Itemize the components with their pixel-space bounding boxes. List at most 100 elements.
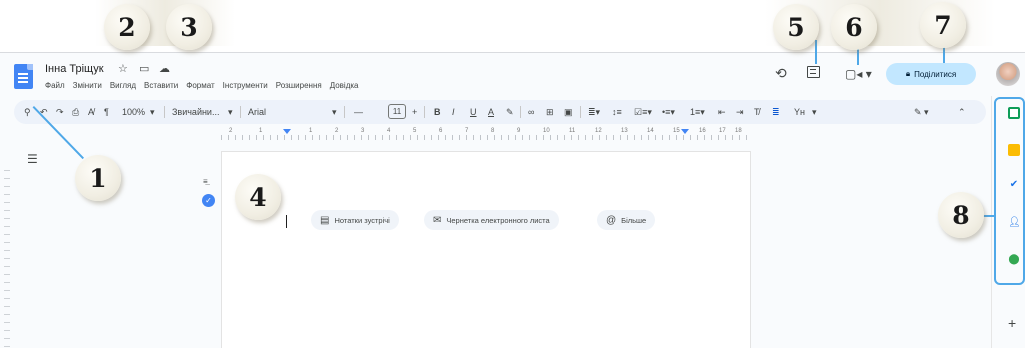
text-cursor <box>286 215 287 228</box>
menu-format[interactable]: Формат <box>186 81 214 90</box>
ruler-label: 5 <box>413 128 417 134</box>
avatar[interactable] <box>996 62 1020 86</box>
more-chip[interactable]: @ Більше <box>597 210 656 230</box>
maps-icon[interactable]: ⬤ <box>1008 254 1020 266</box>
share-label: Поділитися <box>914 69 957 79</box>
divider <box>424 106 425 118</box>
left-indent-marker[interactable] <box>283 129 291 134</box>
ruler-label: 6 <box>439 128 443 134</box>
search-menus-icon[interactable]: ⚲ <box>24 105 31 119</box>
decrease-font-size-button[interactable]: — <box>354 105 363 119</box>
highlight-icon[interactable]: ✎ <box>506 105 514 119</box>
input-tools-button[interactable]: Yн <box>794 105 805 119</box>
ruler-label: 7 <box>465 128 469 134</box>
callout-7: 7 <box>920 2 966 48</box>
divider <box>344 106 345 118</box>
decrease-indent-icon[interactable]: ⇤ <box>718 105 726 119</box>
video-call-icon[interactable]: ▢◂ ▾ <box>845 67 872 81</box>
bulleted-list-icon[interactable]: •≡▾ <box>662 105 675 119</box>
menu-bar: Файл Змінити Вигляд Вставити Формат Інст… <box>45 81 359 90</box>
menu-edit[interactable]: Змінити <box>73 81 102 90</box>
ruler-label: 13 <box>621 128 628 134</box>
numbered-list-icon[interactable]: 1≡▾ <box>690 105 705 119</box>
share-button[interactable]: 🔒︎ Поділитися <box>886 63 976 85</box>
collapse-menus-icon[interactable]: ⌃ <box>958 105 966 119</box>
ruler-label: 2 <box>335 128 339 134</box>
italic-button[interactable]: I <box>452 105 455 119</box>
right-indent-marker[interactable] <box>681 129 689 134</box>
spellcheck-icon[interactable]: A̸ <box>88 105 94 119</box>
meeting-notes-chip[interactable]: ▤ Нотатки зустрічі <box>311 210 399 230</box>
line-spacing-icon[interactable]: ↕≡ <box>612 105 622 119</box>
divider <box>520 106 521 118</box>
menu-tools[interactable]: Інструменти <box>223 81 268 90</box>
ruler-label: 11 <box>569 128 576 134</box>
chip-label: Нотатки зустрічі <box>334 215 390 225</box>
chip-label: Більше <box>621 215 647 225</box>
keep-icon[interactable] <box>1008 144 1020 156</box>
redo-icon[interactable]: ↷ <box>56 105 64 119</box>
chevron-down-icon[interactable]: ▾ <box>150 105 155 119</box>
ruler-label: 17 <box>719 128 726 134</box>
menu-view[interactable]: Вигляд <box>110 81 136 90</box>
font-select[interactable]: Arial <box>248 105 266 119</box>
add-comment-icon[interactable]: ⊞ <box>546 105 554 119</box>
print-icon[interactable]: ⎙ <box>72 105 79 119</box>
style-select[interactable]: Звичайни... <box>172 105 219 119</box>
font-size-input[interactable]: 11 <box>388 104 406 119</box>
chip-label: Чернетка електронного листа <box>446 215 550 225</box>
ruler-label: 3 <box>361 128 365 134</box>
add-addon-button[interactable]: + <box>1008 315 1016 331</box>
folder-icon[interactable]: ▭ <box>139 62 149 75</box>
chevron-down-icon[interactable]: ▾ <box>332 105 337 119</box>
ruler-label: 4 <box>387 128 391 134</box>
insert-image-icon[interactable]: ▣ <box>564 105 573 119</box>
menu-insert[interactable]: Вставити <box>144 81 178 90</box>
checkmark-icon[interactable]: ✓ <box>202 194 215 207</box>
text-color-button[interactable]: A <box>488 105 494 119</box>
ruler-label: 2 <box>229 128 233 134</box>
ruler-label: 9 <box>517 128 521 134</box>
summary-icon[interactable]: ≡̲ <box>203 177 208 186</box>
document-outline-icon[interactable]: ☰ <box>27 152 38 166</box>
docs-logo-icon[interactable] <box>14 64 33 89</box>
menu-help[interactable]: Довідка <box>330 81 359 90</box>
horizontal-ruler[interactable]: 2 1 1 2 3 4 5 6 7 8 9 10 11 12 13 14 15 … <box>221 128 751 141</box>
bold-button[interactable]: B <box>434 105 441 119</box>
mail-icon: ✉ <box>433 214 442 226</box>
paint-format-icon[interactable]: ¶ <box>104 105 109 119</box>
link-icon[interactable]: ∞ <box>528 105 534 119</box>
align-icon[interactable]: ≣▾ <box>588 105 600 119</box>
show-outline-icon[interactable]: ≣ <box>772 105 780 119</box>
contacts-icon[interactable]: 👤︎ <box>1008 217 1021 229</box>
document-page[interactable] <box>221 151 751 348</box>
chevron-down-icon[interactable]: ▾ <box>228 105 233 119</box>
ruler-label: 10 <box>543 128 550 134</box>
ruler-label: 8 <box>491 128 495 134</box>
ruler-label: 1 <box>259 128 263 134</box>
star-icon[interactable]: ☆ <box>118 62 128 75</box>
document-title[interactable]: Інна Тріщук <box>45 63 104 75</box>
underline-button[interactable]: U <box>470 105 477 119</box>
zoom-select[interactable]: 100% <box>122 105 145 119</box>
comment-icon[interactable] <box>807 66 820 78</box>
increase-font-size-button[interactable]: + <box>412 105 417 119</box>
chevron-down-icon[interactable]: ▾ <box>812 105 817 119</box>
vertical-ruler <box>4 170 10 348</box>
menu-extensions[interactable]: Розширення <box>276 81 322 90</box>
sheets-icon[interactable] <box>1008 107 1020 119</box>
divider <box>580 106 581 118</box>
toolbar: ⚲ ↶ ↷ ⎙ A̸ ¶ 100% ▾ Звичайни... ▾ Arial … <box>14 100 986 124</box>
divider <box>164 106 165 118</box>
increase-indent-icon[interactable]: ⇥ <box>736 105 744 119</box>
ruler-label: 12 <box>595 128 602 134</box>
callout-4: 4 <box>235 174 281 220</box>
checklist-icon[interactable]: ☑≡▾ <box>634 105 652 119</box>
editing-mode-icon[interactable]: ✎ ▾ <box>914 105 929 119</box>
tasks-icon[interactable]: ✔ <box>1008 179 1020 191</box>
ruler-label: 16 <box>699 128 706 134</box>
email-draft-chip[interactable]: ✉ Чернетка електронного листа <box>424 210 559 230</box>
clear-formatting-icon[interactable]: T̸ <box>754 105 760 119</box>
history-icon[interactable]: ⟲ <box>775 65 787 82</box>
menu-file[interactable]: Файл <box>45 81 65 90</box>
